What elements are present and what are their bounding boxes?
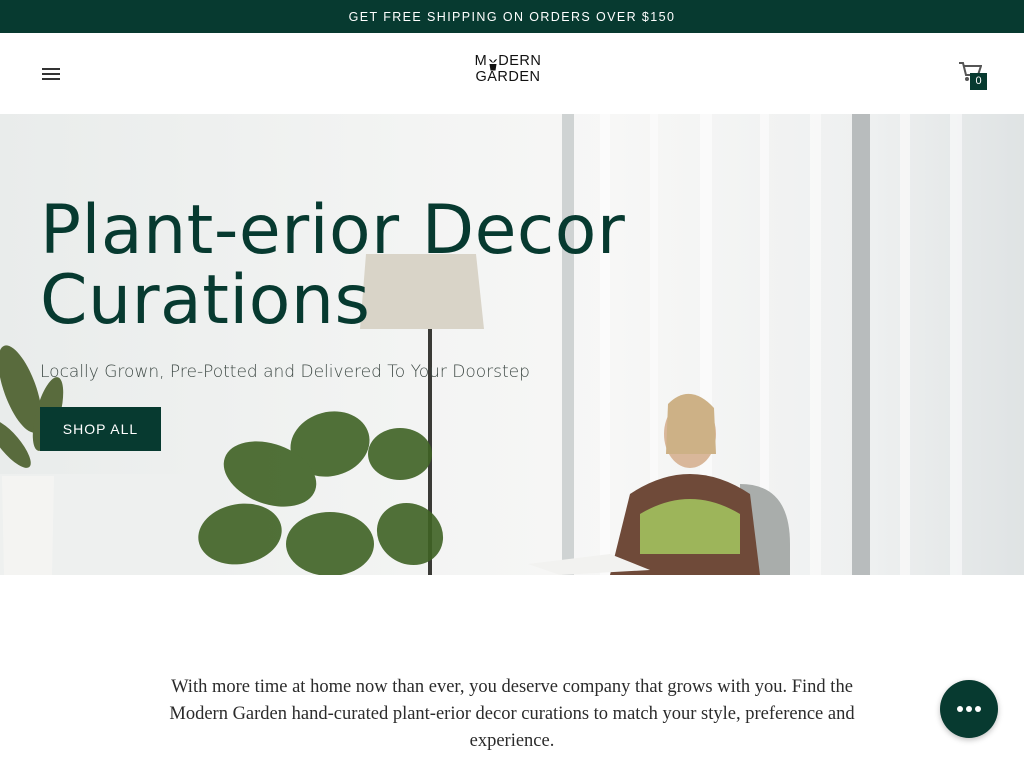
- logo-line2: GARDEN: [475, 69, 541, 85]
- cart-count-badge: 0: [970, 73, 987, 90]
- hero-subtitle: Locally Grown, Pre-Potted and Delivered …: [40, 362, 530, 382]
- logo-line1: M DERN: [474, 53, 542, 71]
- plant-pot-icon: [488, 58, 498, 71]
- announcement-bar: GET FREE SHIPPING ON ORDERS OVER $150: [0, 0, 1024, 33]
- hero-background-image: [0, 114, 962, 575]
- chat-bubble-icon: [956, 700, 982, 718]
- hero-banner: Plant-erior Decor Curations Locally Grow…: [0, 114, 1024, 575]
- cart-button[interactable]: 0: [958, 61, 990, 91]
- hero-title-line1: Plant-erior Decor: [40, 191, 626, 270]
- chat-button[interactable]: [940, 680, 998, 738]
- announcement-text: GET FREE SHIPPING ON ORDERS OVER $150: [348, 9, 676, 24]
- hero-title-line2: Curations: [40, 261, 371, 340]
- shop-all-button[interactable]: SHOP ALL: [40, 407, 161, 451]
- hero-title: Plant-erior Decor Curations: [40, 196, 660, 336]
- hamburger-menu-icon[interactable]: [42, 68, 62, 82]
- intro-text: With more time at home now than ever, yo…: [169, 677, 855, 751]
- site-header: M DERN GARDEN 0: [0, 33, 1024, 114]
- site-logo[interactable]: M DERN GARDEN: [470, 53, 546, 91]
